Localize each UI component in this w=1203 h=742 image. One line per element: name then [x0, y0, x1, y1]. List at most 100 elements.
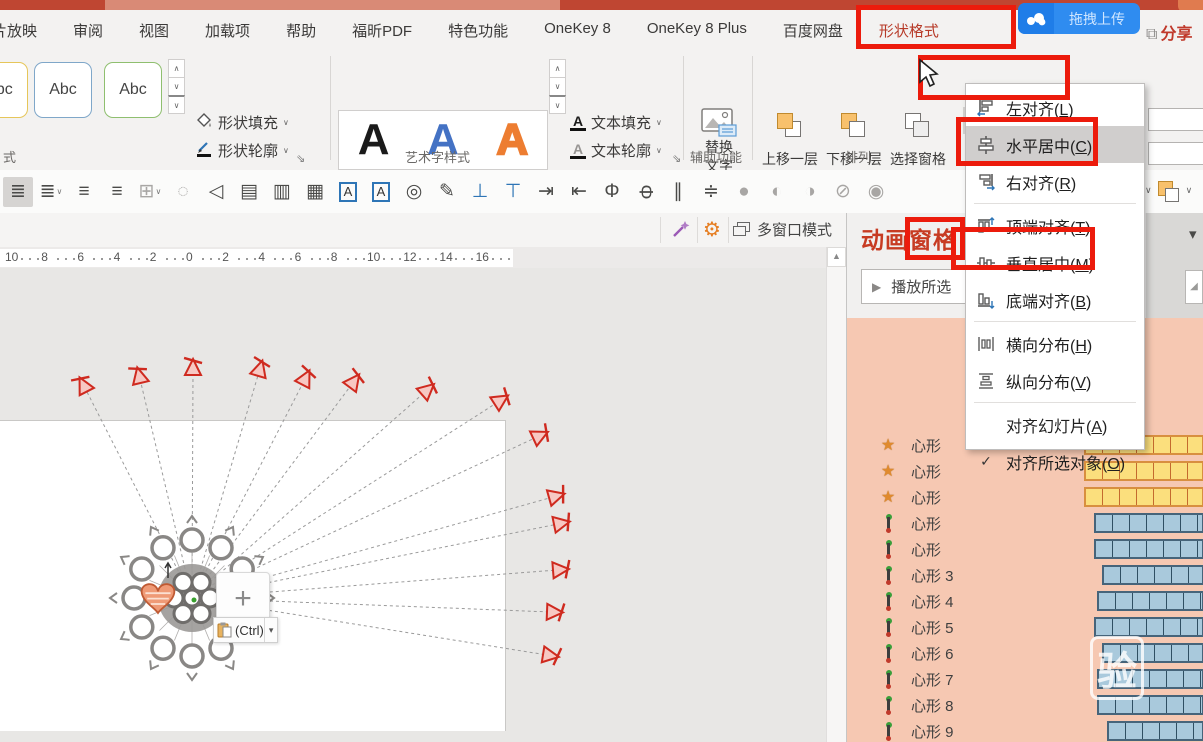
- menu-item-加载项[interactable]: 加载项: [205, 20, 250, 41]
- ruler-tick: [246, 258, 248, 260]
- center-vertical-icon[interactable]: Φ: [630, 177, 660, 207]
- star-emphasis-icon: ★: [877, 461, 899, 481]
- pane-collapse-icon[interactable]: ▾: [1189, 225, 1197, 243]
- separator: [697, 217, 698, 243]
- justify-icon[interactable]: ≣: [3, 177, 33, 207]
- merge-combine-icon[interactable]: ◐: [762, 177, 792, 207]
- menu-item-左对齐[interactable]: 左对齐(L): [966, 89, 1144, 126]
- menu-separator: [974, 402, 1136, 403]
- center-horizontal-icon[interactable]: Φ: [597, 177, 627, 207]
- distribute-vertical-icon[interactable]: ≑: [696, 177, 726, 207]
- menu-item-对齐所选对象[interactable]: ✓对齐所选对象(O): [966, 443, 1144, 480]
- shape-combine-icon[interactable]: ◎: [399, 177, 429, 207]
- paste-options-dropdown-icon[interactable]: ▾: [264, 618, 278, 642]
- star-emphasis-icon: ★: [877, 487, 899, 507]
- share-button[interactable]: ⧉分享: [1146, 20, 1192, 44]
- menu-item-水平居中[interactable]: 水平居中(C): [966, 126, 1144, 163]
- slide-canvas[interactable]: + (Ctrl) ▾: [0, 268, 826, 742]
- merge-fragment-icon[interactable]: ◑: [795, 177, 825, 207]
- merge-subtract-icon[interactable]: ◉: [861, 177, 891, 207]
- menu-item-纵向分布[interactable]: 纵向分布(V): [966, 362, 1144, 399]
- textbox-bottom-icon[interactable]: ▥: [267, 177, 297, 207]
- shape-fill-button[interactable]: 形状填充∨: [196, 108, 289, 136]
- chevron-down-icon[interactable]: ∨: [1145, 185, 1152, 196]
- ruler-number: 10: [5, 250, 18, 264]
- text-outline-button[interactable]: A文本轮廓∨: [570, 136, 662, 164]
- wordart-scroll[interactable]: ∧∨∨: [549, 60, 566, 114]
- flip-shape-icon[interactable]: ◁: [201, 177, 231, 207]
- shape-outline-button[interactable]: 形状轮廓∨: [196, 136, 289, 164]
- group-label-accessibility: 辅助功能: [690, 147, 742, 166]
- text-direction-icon[interactable]: A: [366, 177, 396, 207]
- menu-item-垂直居中[interactable]: 垂直居中(M): [966, 244, 1144, 281]
- textbox-top-icon[interactable]: ▦: [300, 177, 330, 207]
- wordart-style-orange[interactable]: A: [496, 118, 528, 162]
- menu-item-视图[interactable]: 视图: [139, 20, 169, 41]
- width-input[interactable]: [1148, 142, 1203, 165]
- align-top-icon[interactable]: ⊤: [498, 177, 528, 207]
- merge-intersect-icon[interactable]: ⊘: [828, 177, 858, 207]
- align-bottom-icon: [976, 291, 996, 309]
- pane-mini-button[interactable]: ◢: [1185, 270, 1203, 304]
- paste-label: (Ctrl): [235, 623, 264, 638]
- bring-forward-icon[interactable]: [1156, 179, 1182, 205]
- magic-wand-icon[interactable]: [670, 218, 692, 245]
- multi-window-mode-button[interactable]: 多窗口模式: [733, 219, 832, 240]
- menu-item-横向分布[interactable]: 横向分布(H): [966, 325, 1144, 362]
- align-bottom-icon[interactable]: ⊥: [465, 177, 495, 207]
- ruler-tick: [347, 258, 349, 260]
- wordart-style-black[interactable]: A: [358, 118, 390, 162]
- gear-icon[interactable]: ⚙: [703, 217, 721, 242]
- ruler-tick: [319, 258, 321, 260]
- line-spacing-icon[interactable]: ≣∨: [36, 177, 66, 207]
- shape-style-thumb[interactable]: Abc: [34, 62, 92, 118]
- edit-shape-icon[interactable]: ✎: [432, 177, 462, 207]
- horizontal-ruler: 1086420246810121416: [0, 247, 848, 268]
- menu-item-label: 纵向分布(V): [1006, 369, 1091, 393]
- ruler-number: 4: [114, 250, 121, 264]
- group-separator: [752, 56, 753, 160]
- gallery-scroll[interactable]: ∧∨∨: [168, 60, 185, 114]
- menu-item-特色功能[interactable]: 特色功能: [448, 20, 508, 41]
- menu-item-对齐幻灯片[interactable]: 对齐幻灯片(A): [966, 406, 1144, 443]
- align-text-left-icon[interactable]: ≡: [69, 177, 99, 207]
- chevron-down-icon[interactable]: ∨: [1186, 185, 1193, 196]
- menu-item-底端对齐[interactable]: 底端对齐(B): [966, 281, 1144, 318]
- menu-item-帮助[interactable]: 帮助: [286, 20, 316, 41]
- shape-style-thumb[interactable]: Abc: [104, 62, 162, 118]
- distribute-horizontal-icon[interactable]: ∥: [663, 177, 693, 207]
- paste-options-button[interactable]: (Ctrl) ▾: [213, 617, 278, 643]
- shape-style-thumb[interactable]: Abc: [0, 62, 28, 118]
- scroll-up-icon[interactable]: ▲: [827, 247, 846, 267]
- text-frame-icon[interactable]: A: [333, 177, 363, 207]
- menu-item-百度网盘[interactable]: 百度网盘: [783, 20, 843, 41]
- vertical-scrollbar[interactable]: ▲: [826, 247, 846, 742]
- menu-item-OneKey 8 Plus[interactable]: OneKey 8 Plus: [647, 20, 747, 41]
- title-part2: 窗格: [909, 227, 957, 253]
- menu-item-形状格式[interactable]: 形状格式: [879, 20, 939, 41]
- merge-union-icon[interactable]: ●: [729, 177, 759, 207]
- ruler-number: 8: [41, 250, 48, 264]
- menu-item-顶端对齐[interactable]: 顶端对齐(T): [966, 207, 1144, 244]
- table-borders-icon[interactable]: ⊞∨: [135, 177, 165, 207]
- dialog-launcher-icon[interactable]: ⇘: [296, 152, 305, 165]
- menu-item-label: 对齐幻灯片(A): [1006, 413, 1107, 437]
- height-input[interactable]: [1148, 108, 1203, 131]
- animation-item-label: 心形 3: [911, 565, 954, 586]
- menu-item-OneKey 8[interactable]: OneKey 8: [544, 20, 611, 41]
- baidu-upload-button[interactable]: 拖拽上传: [1018, 3, 1140, 34]
- align-text-right-icon[interactable]: ≡: [102, 177, 132, 207]
- align-left-icon[interactable]: ⇤: [564, 177, 594, 207]
- motion-path-arrow: [490, 387, 514, 411]
- ruler-tick: [399, 258, 401, 260]
- textbox-middle-icon[interactable]: ▤: [234, 177, 264, 207]
- freeform-select-icon[interactable]: ◌: [168, 177, 198, 207]
- dialog-launcher-icon[interactable]: ⇘: [672, 152, 681, 165]
- menu-item-审阅[interactable]: 审阅: [73, 20, 103, 41]
- menu-item-片放映[interactable]: 片放映: [0, 20, 37, 41]
- baidu-netdisk-icon: [1018, 3, 1054, 34]
- menu-item-福昕PDF[interactable]: 福昕PDF: [352, 20, 412, 41]
- text-fill-button[interactable]: A文本填充∨: [570, 108, 662, 136]
- align-right-icon[interactable]: ⇥: [531, 177, 561, 207]
- menu-item-右对齐[interactable]: 右对齐(R): [966, 163, 1144, 200]
